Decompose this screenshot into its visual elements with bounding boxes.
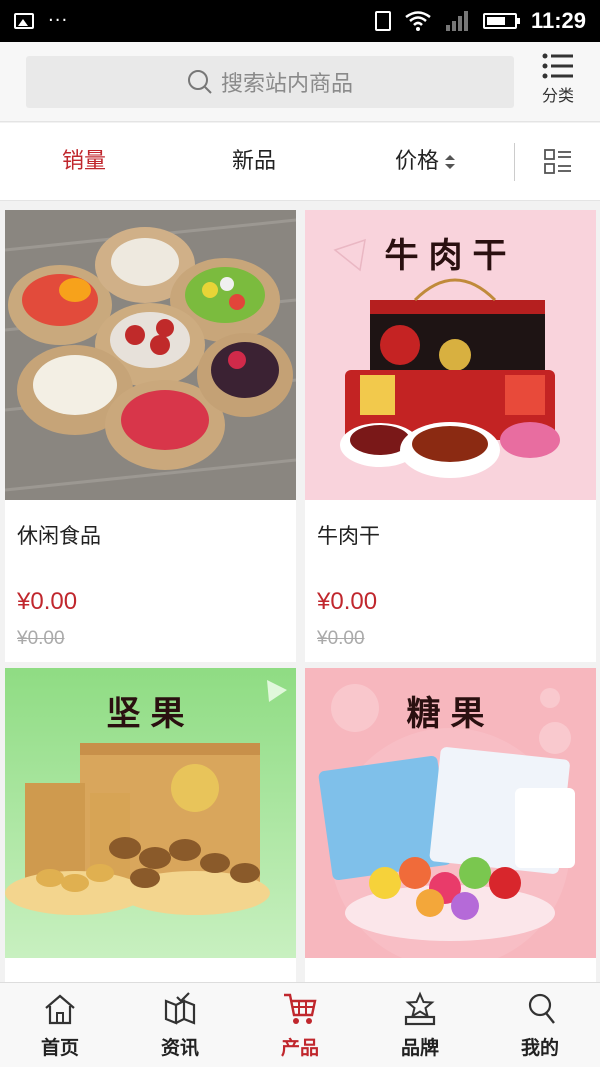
product-card[interactable]: 休闲食品 ¥0.00 ¥0.00 bbox=[5, 210, 296, 662]
tab-news[interactable]: 资讯 bbox=[120, 983, 240, 1067]
tab-home-label: 首页 bbox=[40, 1037, 79, 1059]
product-image[interactable] bbox=[5, 210, 296, 500]
battery-icon bbox=[482, 13, 520, 29]
product-card[interactable]: 牛肉干 牛肉干 ¥0.00 ¥0.00 bbox=[305, 210, 596, 662]
news-icon bbox=[164, 992, 196, 1025]
sort-bar: 销量 新品 价格 bbox=[0, 123, 600, 201]
tab-news-label: 资讯 bbox=[160, 1037, 199, 1059]
signal-icon bbox=[445, 11, 468, 31]
search-placeholder: 搜索站内商品 bbox=[220, 72, 353, 97]
product-image[interactable]: 坚果 bbox=[5, 668, 296, 958]
product-original-price: ¥0.00 bbox=[317, 628, 365, 649]
tab-products[interactable]: 产品 bbox=[240, 983, 360, 1067]
search-icon bbox=[187, 70, 212, 94]
tab-home[interactable]: 首页 bbox=[0, 983, 120, 1067]
banner-title: 坚果 bbox=[106, 694, 195, 734]
sort-by-new[interactable]: 新品 bbox=[232, 123, 276, 201]
home-icon bbox=[45, 994, 75, 1025]
tab-brand-label: 品牌 bbox=[400, 1037, 439, 1059]
product-original-price: ¥0.00 bbox=[17, 628, 65, 649]
sort-by-price[interactable]: 价格 bbox=[395, 123, 456, 201]
image-notification-icon bbox=[14, 13, 34, 29]
clock: 11:29 bbox=[530, 8, 586, 33]
tab-brand[interactable]: 品牌 bbox=[360, 983, 480, 1067]
category-button[interactable]: 分类 bbox=[536, 52, 580, 112]
banner-title: 牛肉干 bbox=[384, 236, 517, 276]
category-label: 分类 bbox=[541, 86, 574, 105]
tab-products-label: 产品 bbox=[280, 1037, 319, 1059]
search-box[interactable]: 搜索站内商品 bbox=[26, 56, 514, 108]
banner-title: 糖果 bbox=[406, 694, 495, 734]
list-menu-icon bbox=[542, 53, 573, 79]
search-header: 搜索站内商品 分类 bbox=[0, 42, 600, 122]
list-view-toggle-icon[interactable] bbox=[544, 149, 572, 175]
more-notifications-icon: ··· bbox=[48, 10, 69, 31]
sim-icon bbox=[374, 11, 391, 31]
product-name[interactable]: 牛肉干 bbox=[317, 520, 380, 550]
bottom-tab-bar: 首页 资讯 产品 品牌 我的 bbox=[0, 982, 600, 1067]
brand-icon bbox=[404, 991, 436, 1026]
tab-mine[interactable]: 我的 bbox=[480, 983, 600, 1067]
status-bar: ··· 11:29 bbox=[0, 0, 600, 42]
product-price: ¥0.00 bbox=[317, 588, 378, 615]
product-image[interactable]: 牛肉干 bbox=[305, 210, 596, 500]
cart-icon bbox=[284, 993, 317, 1024]
wifi-icon bbox=[405, 11, 431, 31]
product-image[interactable]: 糖果 bbox=[305, 668, 596, 958]
sort-arrows-icon bbox=[445, 155, 456, 169]
product-price: ¥0.00 bbox=[17, 588, 78, 615]
product-name[interactable]: 休闲食品 bbox=[17, 520, 101, 550]
sort-price-label: 价格 bbox=[395, 149, 440, 174]
sort-by-sales[interactable]: 销量 bbox=[62, 123, 106, 201]
divider bbox=[514, 143, 515, 181]
tab-mine-label: 我的 bbox=[520, 1037, 559, 1059]
user-icon bbox=[528, 993, 555, 1024]
